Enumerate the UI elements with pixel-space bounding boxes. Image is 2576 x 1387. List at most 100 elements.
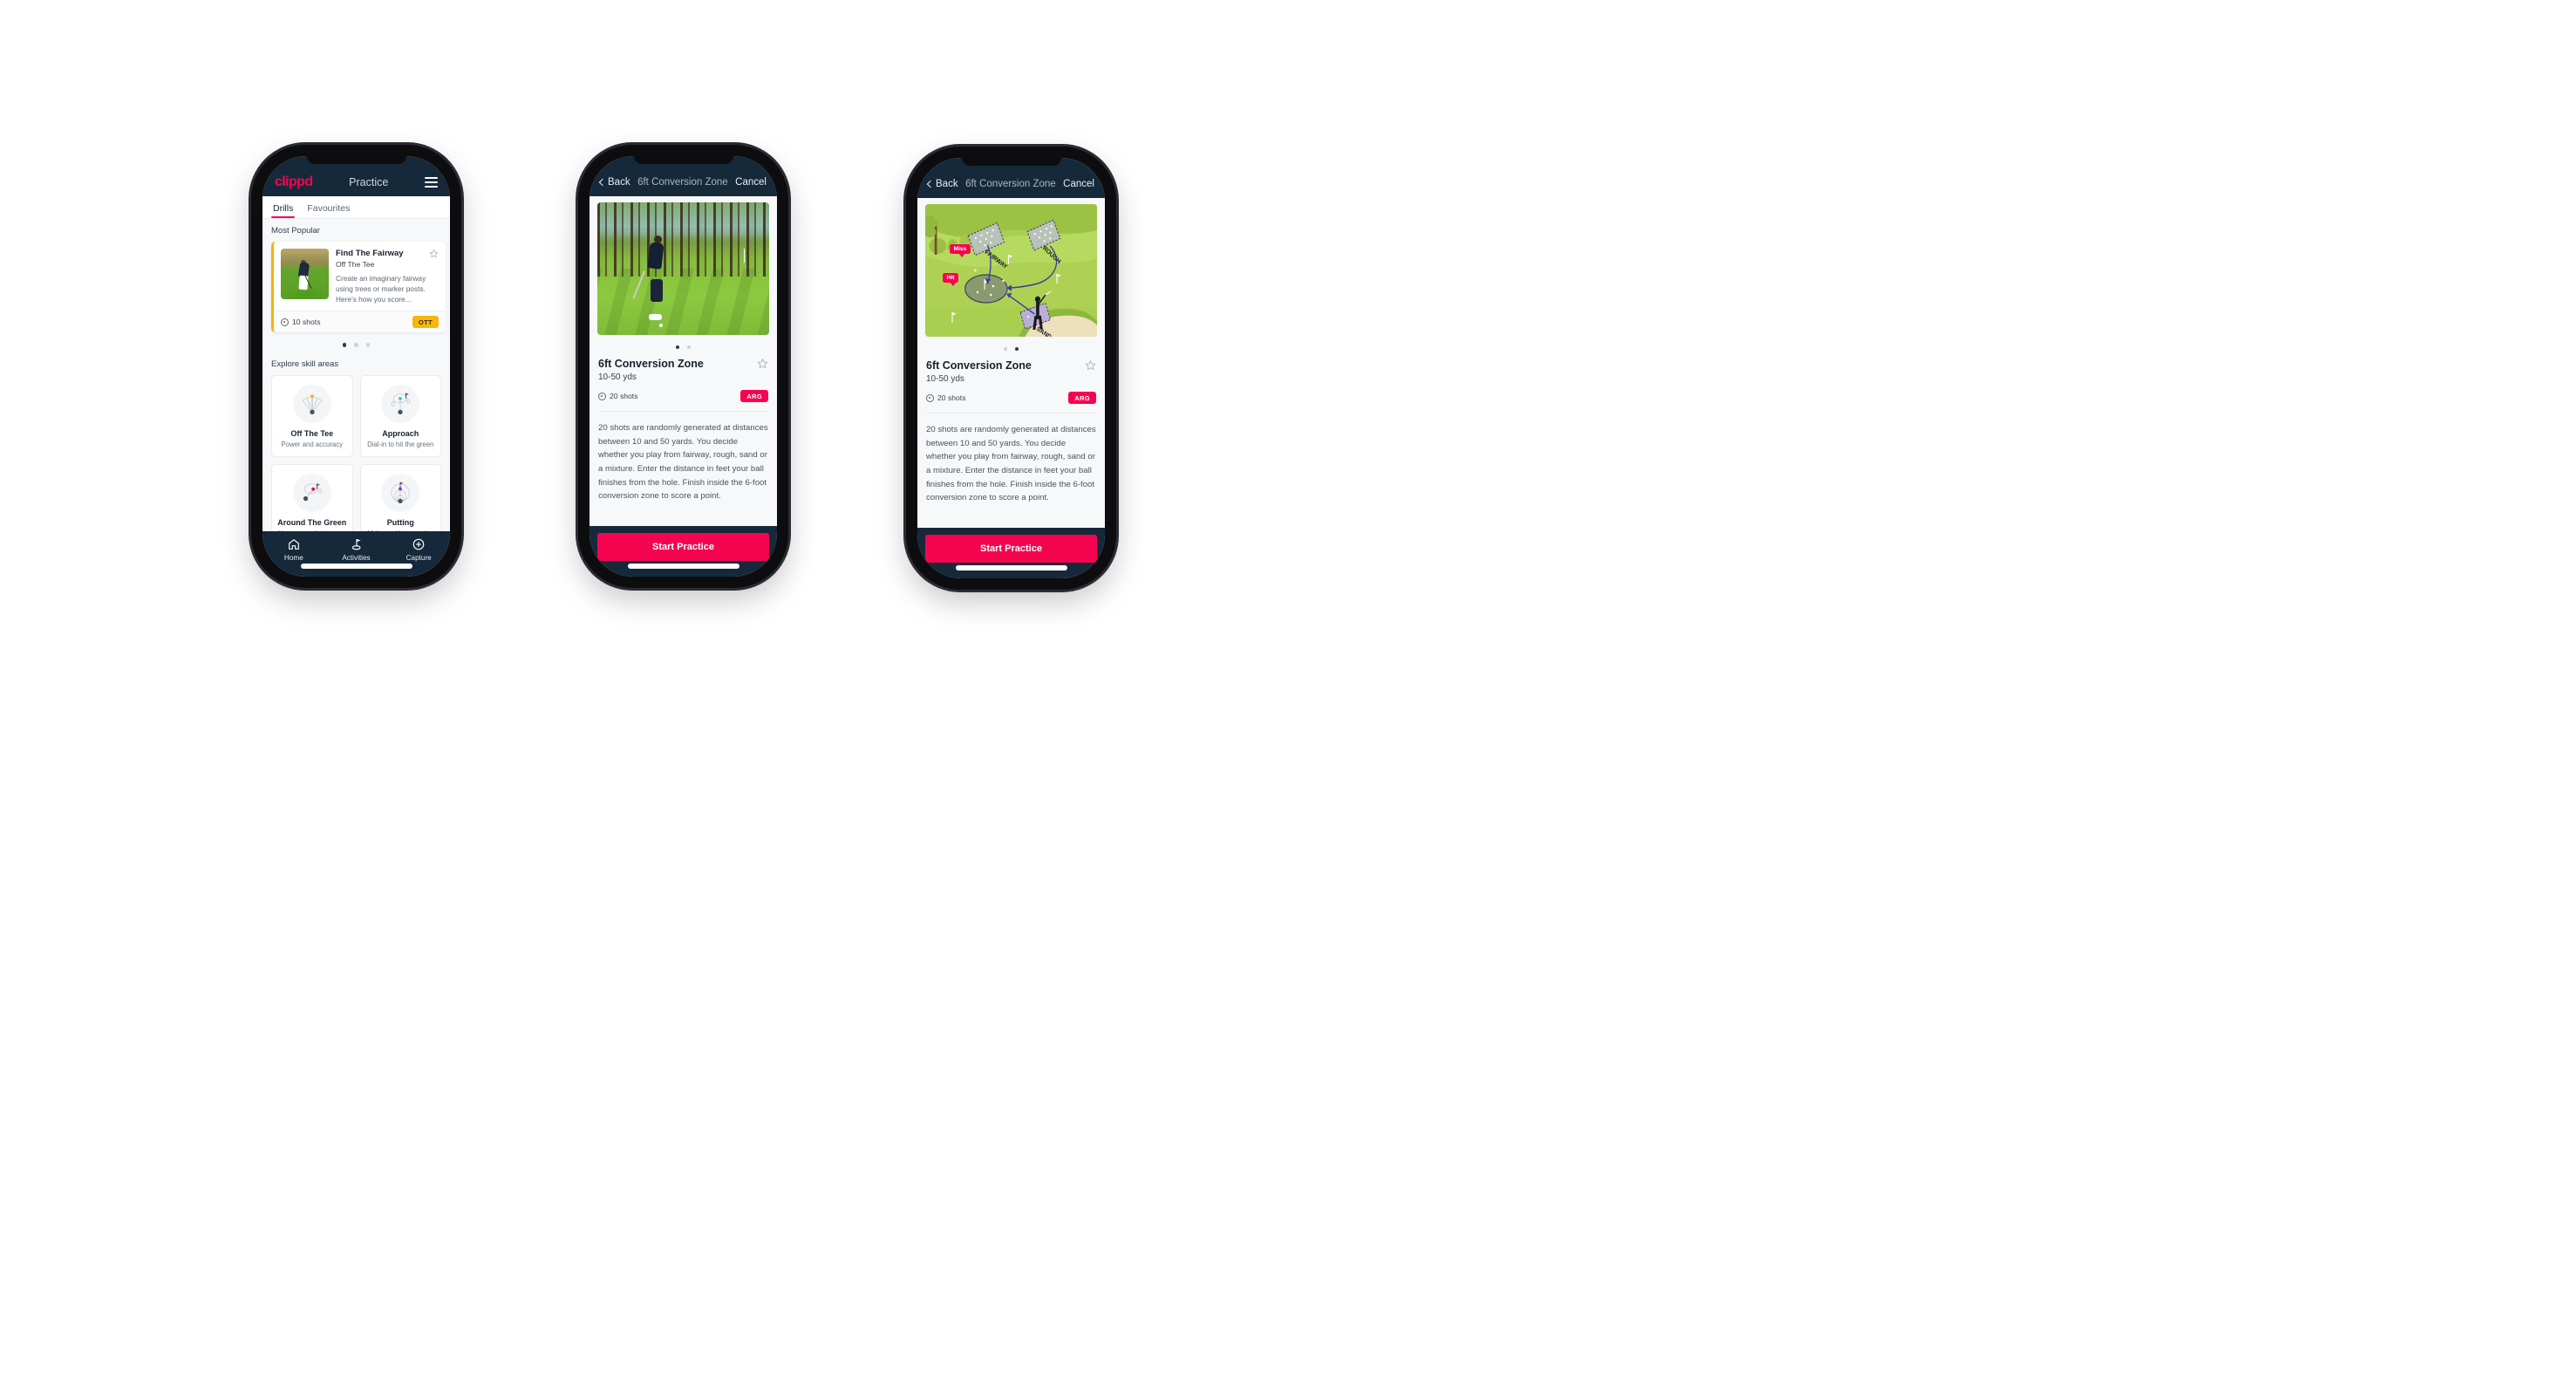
back-label: Back — [936, 179, 958, 189]
drill-detail-title: 6ft Conversion Zone — [926, 359, 1032, 372]
star-outline-icon[interactable] — [757, 358, 768, 369]
drill-detail-shots-label: 20 shots — [937, 393, 966, 403]
nav-label-home: Home — [283, 554, 303, 562]
drill-detail-description: 20 shots are randomly generated at dista… — [598, 423, 768, 502]
tab-drills[interactable]: Drills — [270, 203, 296, 218]
drill-meta-title-row: 6ft Conversion Zone 10-50 yds — [598, 358, 768, 382]
drill-chip-arg: ARG — [1068, 392, 1096, 405]
nav-item-activities[interactable]: Activities — [325, 537, 388, 562]
phone1-screen: clippd Practice Drills Favourites Most P… — [262, 156, 450, 577]
nav-label-activities: Activities — [342, 554, 371, 562]
detail-body: 6ft Conversion Zone 10-50 yds 20 shots A… — [589, 196, 777, 526]
skill-name: Approach — [382, 428, 419, 438]
drill-media-course-diagram[interactable]: FAIRWAY ROUGH SAND Miss Hit — [925, 204, 1097, 337]
phone-drill-detail-photo: Back 6ft Conversion Zone Cancel 6ft Conv… — [578, 145, 788, 588]
drill-meta-footer: 20 shots ARG — [598, 390, 768, 403]
back-button[interactable]: Back — [926, 179, 958, 189]
drill-meta-footer: 20 shots ARG — [926, 392, 1096, 405]
drill-card-footer: 10 shots OTT — [274, 311, 446, 333]
skill-area-grid: Off The Tee Power and accuracy Approach … — [271, 374, 441, 531]
callout-hit: Hit — [942, 273, 959, 287]
drill-detail-description: 20 shots are randomly generated at dista… — [926, 425, 1096, 503]
skill-desc: Power and accuracy — [281, 440, 344, 448]
chevron-left-icon — [598, 178, 607, 187]
drill-chip-arg: ARG — [740, 390, 768, 403]
drill-meta: 6ft Conversion Zone 10-50 yds 20 shots A… — [925, 351, 1097, 414]
skill-name: Around The Green — [277, 517, 347, 527]
putting-rings-icon — [381, 473, 420, 512]
cta-container: Start Practice — [589, 526, 777, 577]
drill-card[interactable]: Find The Fairway Off The Tee Create an i… — [271, 242, 446, 333]
skill-card-off-the-tee[interactable]: Off The Tee Power and accuracy — [271, 374, 353, 457]
around-green-icon — [292, 473, 331, 512]
skill-desc: Dial-in to hit the green — [367, 440, 434, 448]
screenshot-stage: clippd Practice Drills Favourites Most P… — [0, 0, 2576, 1387]
skill-name: Off The Tee — [290, 428, 334, 438]
home-indicator — [627, 564, 739, 569]
carousel-dot-1[interactable] — [342, 343, 347, 347]
practice-scroll-body[interactable]: Most Popular Find The Fairway Off The Te… — [262, 219, 450, 531]
hamburger-icon[interactable] — [425, 177, 438, 188]
drill-detail-shots-label: 20 shots — [610, 392, 638, 401]
start-practice-button[interactable]: Start Practice — [925, 535, 1097, 563]
cancel-button[interactable]: Cancel — [1063, 179, 1094, 189]
drill-detail-yards: 10-50 yds — [926, 374, 964, 385]
chevron-left-icon — [926, 180, 935, 188]
drill-shots: 10 shots — [281, 318, 321, 326]
drill-detail-title: 6ft Conversion Zone — [598, 358, 704, 371]
start-practice-button[interactable]: Start Practice — [597, 533, 769, 561]
nav-item-home[interactable]: Home — [262, 537, 325, 562]
shot-count-icon — [281, 318, 289, 326]
star-outline-icon[interactable] — [429, 249, 439, 258]
page-title: Practice — [349, 176, 389, 188]
bottom-navigation: Home Activities Capture — [262, 531, 450, 577]
device-notch — [633, 156, 733, 164]
detail-body: FAIRWAY ROUGH SAND Miss Hit 6ft Conversi… — [917, 198, 1105, 528]
carousel-dot-3[interactable] — [365, 343, 371, 347]
skill-card-putting[interactable]: Putting Make and lag practice — [359, 463, 441, 531]
phone2-screen: Back 6ft Conversion Zone Cancel 6ft Conv… — [589, 156, 777, 577]
brand-logo[interactable]: clippd — [275, 174, 313, 190]
nav-label-capture: Capture — [405, 554, 432, 562]
home-icon — [288, 539, 299, 550]
drill-description: Create an imaginary fairway using trees … — [336, 274, 426, 304]
carousel-dot-2[interactable] — [354, 343, 358, 347]
drill-thumbnail — [281, 249, 329, 299]
shot-count-icon — [926, 393, 934, 402]
back-label: Back — [608, 177, 630, 188]
skill-card-approach[interactable]: Approach Dial-in to hit the green — [359, 374, 441, 457]
shot-count-icon — [598, 392, 606, 400]
back-button[interactable]: Back — [598, 177, 630, 188]
drill-meta: 6ft Conversion Zone 10-50 yds 20 shots A… — [597, 349, 769, 413]
drill-title-row: Find The Fairway — [336, 249, 439, 258]
tee-fan-icon — [292, 384, 331, 423]
drill-subtitle: Off The Tee — [336, 260, 375, 270]
cta-container: Start Practice — [917, 528, 1105, 578]
drill-chip-ott: OTT — [412, 316, 439, 329]
tab-bar: Drills Favourites — [262, 196, 450, 219]
drill-media-photo[interactable] — [597, 202, 769, 335]
phone-practice-list: clippd Practice Drills Favourites Most P… — [251, 145, 461, 588]
phone-drill-detail-diagram: Back 6ft Conversion Zone Cancel FAIRWAY … — [906, 147, 1116, 590]
flag-green-icon — [351, 539, 361, 550]
device-notch — [306, 156, 406, 164]
skill-areas-label: Explore skill areas — [271, 359, 339, 369]
drill-detail-yards: 10-50 yds — [598, 372, 637, 383]
cancel-button[interactable]: Cancel — [735, 177, 767, 188]
drill-detail-shots: 20 shots — [926, 393, 966, 402]
tab-favourites[interactable]: Favourites — [307, 203, 350, 218]
star-outline-icon[interactable] — [1085, 359, 1096, 371]
drill-shots-label: 10 shots — [292, 318, 321, 327]
carousel-dots — [271, 343, 441, 347]
skill-card-around-the-green[interactable]: Around The Green Hone your short game — [271, 463, 353, 531]
drill-carousel[interactable]: Find The Fairway Off The Tee Create an i… — [271, 242, 446, 333]
detail-page-title: 6ft Conversion Zone — [637, 177, 728, 188]
callout-miss: Miss — [949, 243, 971, 257]
home-indicator — [955, 565, 1067, 571]
drill-title: Find The Fairway — [336, 249, 404, 258]
drill-card-top: Find The Fairway Off The Tee Create an i… — [274, 242, 446, 311]
home-indicator — [300, 564, 412, 569]
nav-item-capture[interactable]: Capture — [387, 537, 450, 562]
drill-info: Find The Fairway Off The Tee Create an i… — [336, 249, 439, 304]
plus-circle-icon — [412, 538, 425, 550]
